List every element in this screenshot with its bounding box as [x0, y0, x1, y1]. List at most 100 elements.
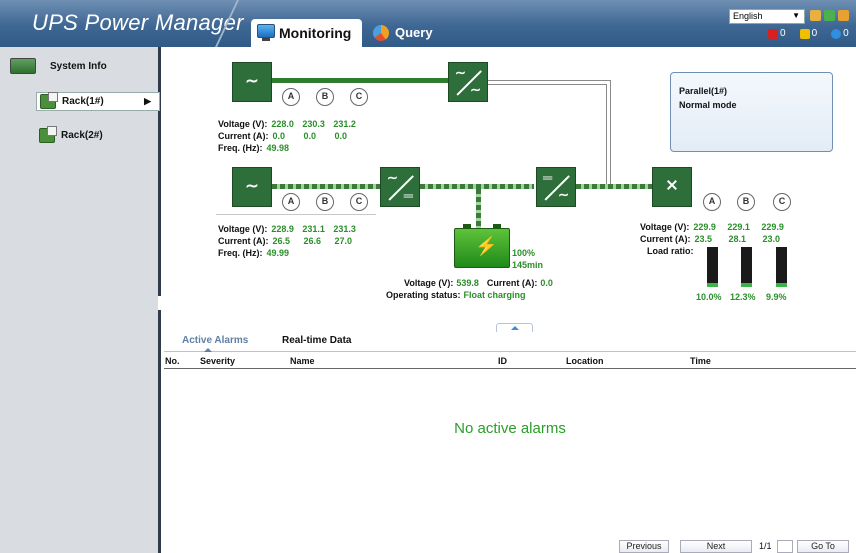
bypass-output-line-inner	[488, 84, 606, 85]
next-button[interactable]: Next	[680, 540, 752, 553]
bypass-source-box[interactable]: ∼	[232, 167, 272, 207]
ac-wave-icon: ∼	[558, 187, 569, 202]
load-ratio-c: 9.9%	[766, 292, 787, 302]
pie-chart-icon	[373, 25, 389, 41]
help-icon[interactable]	[824, 10, 835, 21]
sidebar-item-label: System Info	[50, 60, 107, 72]
mains-source-box[interactable]: ∼	[232, 62, 272, 102]
ac-wave-icon: ∼	[470, 82, 481, 97]
rectifier-box[interactable]: ∼ ═	[380, 167, 420, 207]
header-tools	[810, 10, 849, 21]
chevron-right-icon: ▶	[144, 96, 151, 106]
monitor-icon	[257, 24, 275, 41]
app-header: UPS Power Manager Monitoring Query Engli…	[0, 0, 856, 47]
column-severity[interactable]: Severity	[200, 356, 235, 366]
load-ratio-values: 10.0% 12.3% 9.9%	[696, 291, 787, 303]
ac-wave-icon: ∼	[245, 73, 259, 90]
sidebar-item-system-info[interactable]: System Info	[10, 55, 140, 77]
active-tab-indicator	[204, 348, 212, 352]
operating-mode: Normal mode	[679, 100, 737, 110]
divider	[216, 214, 376, 215]
bypass-phase-a: A	[282, 193, 300, 211]
sidebar-item-label: Rack(1#)	[62, 96, 104, 107]
battery-capacity: 100% 145min	[512, 247, 543, 271]
system-monitor-icon	[10, 58, 36, 74]
column-id[interactable]: ID	[498, 356, 507, 366]
column-name[interactable]: Name	[290, 356, 315, 366]
page-number-input[interactable]	[777, 540, 793, 553]
parallel-status-panel: Parallel(1#) Normal mode	[670, 72, 833, 152]
minor-alarm-icon	[831, 28, 842, 39]
load-ratio-b: 12.3%	[730, 292, 756, 302]
expand-panel-button[interactable]	[496, 323, 533, 332]
column-location[interactable]: Location	[566, 356, 604, 366]
tab-real-time-data[interactable]: Real-time Data	[282, 335, 351, 346]
bypass-phase-c: C	[350, 193, 368, 211]
tab-active-alarms[interactable]: Active Alarms	[182, 335, 248, 346]
load-box[interactable]: ⨯	[652, 167, 692, 207]
mains-phase-b: B	[316, 88, 334, 106]
load-fill	[707, 283, 718, 287]
previous-button[interactable]: Previous	[619, 540, 669, 553]
language-select[interactable]: English ▼	[729, 9, 805, 24]
mains-phase-c: C	[350, 88, 368, 106]
load-bar-b	[741, 247, 752, 287]
mains-phase-a: A	[282, 88, 300, 106]
minor-alarm-count[interactable]: 0	[831, 28, 849, 39]
dc-icon: ═	[543, 170, 553, 185]
battery-link-line	[476, 189, 481, 228]
load-bar-c	[776, 247, 787, 287]
mains-readings: Voltage (V): 228.0 230.3 231.2 Current (A)…	[218, 119, 356, 153]
major-alarm-count[interactable]: 0	[799, 28, 817, 39]
bypass-readings: Voltage (V): 228.9 231.1 231.3 Current (A)…	[218, 224, 356, 258]
static-switch-box[interactable]: ∼ ∼	[448, 62, 488, 102]
tab-monitoring[interactable]: Monitoring	[251, 19, 362, 47]
critical-alarm-count[interactable]: 0	[768, 28, 786, 39]
rack-icon	[40, 92, 58, 109]
app-title: UPS Power Manager	[32, 10, 244, 35]
alarm-table-header: No. Severity Name ID Location Time	[164, 353, 856, 369]
inverter-output-line	[576, 184, 652, 189]
output-phase-b: B	[737, 193, 755, 211]
column-time[interactable]: Time	[690, 356, 711, 366]
sidebar-item-rack-1[interactable]: Rack(1#) ▶	[36, 92, 160, 111]
major-alarm-icon	[799, 28, 810, 39]
load-fill	[741, 282, 752, 287]
output-phase-a: A	[703, 193, 721, 211]
language-value: English	[733, 11, 763, 21]
power-flow-diagram: ∼ ∼ ∼ ∼ ∼ ═ ═ ∼ ⨯ A B C Voltage (V): 228…	[164, 47, 856, 332]
bypass-output-line	[488, 80, 610, 81]
battery-readings: Voltage (V): 539.8 Current (A): 0.0 Oper…	[386, 278, 553, 300]
bypass-vertical-line-inner	[606, 84, 607, 188]
sidebar-item-rack-2[interactable]: Rack(2#)	[36, 126, 160, 145]
inverter-box[interactable]: ═ ∼	[536, 167, 576, 207]
critical-alarm-icon	[768, 28, 778, 39]
load-icon: ⨯	[665, 177, 679, 194]
tab-monitoring-label: Monitoring	[279, 25, 352, 41]
battery-box[interactable]: ⚡	[454, 224, 510, 268]
logout-icon[interactable]	[838, 10, 849, 21]
lightning-icon: ⚡	[475, 236, 498, 256]
output-phase-c: C	[773, 193, 791, 211]
user-icon[interactable]	[810, 10, 821, 21]
battery-backup-time: 145min	[512, 260, 544, 270]
pagination: Previous Next 1/1 Go To	[164, 540, 856, 553]
rack-icon	[39, 126, 57, 143]
load-bar-a	[707, 247, 718, 287]
sidebar-collapse-handle[interactable]	[158, 296, 163, 310]
load-ratio-a: 10.0%	[696, 292, 722, 302]
chevron-down-icon: ▼	[792, 11, 800, 20]
alarm-pane: Active Alarms Real-time Data No. Severit…	[164, 332, 856, 553]
ac-wave-icon: ∼	[245, 178, 259, 195]
column-no[interactable]: No.	[165, 356, 180, 366]
alarm-tabs: Active Alarms Real-time Data	[164, 332, 856, 352]
tab-query-label: Query	[395, 25, 433, 40]
sidebar: System Info Rack(1#) ▶ Rack(2#)	[0, 47, 161, 553]
dc-icon: ═	[403, 188, 413, 203]
ac-wave-icon: ∼	[455, 65, 466, 80]
bypass-phase-b: B	[316, 193, 334, 211]
parallel-id: Parallel(1#)	[679, 86, 728, 96]
go-to-button[interactable]: Go To	[797, 540, 849, 553]
alarm-counters: 0 0 0	[768, 28, 849, 39]
bypass-input-line	[272, 184, 380, 189]
